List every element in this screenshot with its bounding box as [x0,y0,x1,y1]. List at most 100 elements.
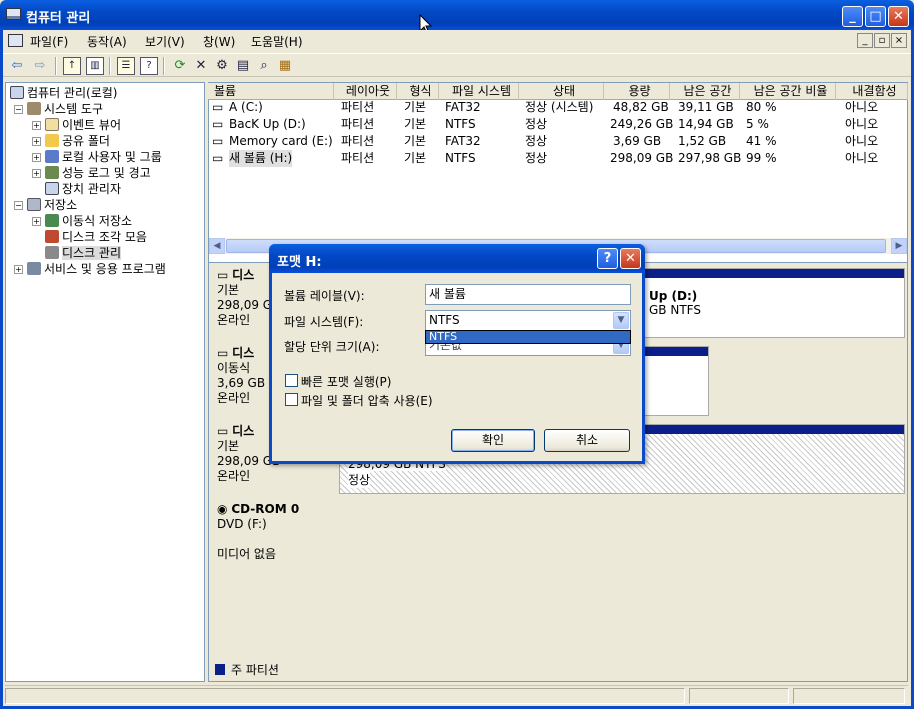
column-layout[interactable]: 레이아웃 [334,83,397,100]
folder-icon[interactable]: ▤ [234,57,252,75]
disk-icon: ▭ [217,424,229,438]
quick-format-checkbox[interactable] [285,374,298,387]
collapse-icon[interactable]: − [14,201,23,210]
close-button[interactable]: ✕ [888,6,909,27]
table-row[interactable]: ▭ BacK Up (D:) 파티션 기본 NTFS 정상 249,26 GB … [208,116,908,133]
services-icon [27,262,41,275]
dialog-help-button[interactable]: ? [597,248,618,269]
table-row[interactable]: ▭ A (C:) 파티션 기본 FAT32 정상 (시스템) 48,82 GB … [208,99,908,116]
column-free-percent[interactable]: 남은 공간 비율 [740,83,836,100]
tree-node-removable-storage[interactable]: + 이동식 저장소 [32,213,132,229]
search-icon[interactable]: ⌕ [255,57,273,75]
column-volume[interactable]: 볼륨 [208,83,334,100]
status-bar [5,685,908,705]
table-row[interactable]: ▭ Memory card (E:) 파티션 기본 FAT32 정상 3,69 … [208,133,908,150]
allocation-unit-label: 할당 단위 크기(A): [284,340,380,354]
properties-icon[interactable]: ☰ [117,57,135,75]
disk-icon: ▭ [217,268,229,282]
tree-node-computer-management[interactable]: 컴퓨터 관리(로컬) [10,85,117,101]
table-row[interactable]: ▭ 새 볼륨 (H:) 파티션 기본 NTFS 정상 298,09 GB 297… [208,150,908,167]
volume-list-header: 볼륨 레이아웃 형식 파일 시스템 상태 용량 남은 공간 남은 공간 비율 내… [208,83,908,100]
menu-window[interactable]: 창(W) [203,33,235,50]
expand-icon[interactable]: + [14,265,23,274]
menu-help[interactable]: 도움말(H) [251,33,303,50]
expand-icon[interactable]: + [32,121,41,130]
disk-label[interactable]: ◉ CD-ROM 0 DVD (F:) 미디어 없음 [209,500,337,574]
tree-node-services-apps[interactable]: + 서비스 및 응용 프로그램 [14,261,166,277]
computer-management-icon [6,8,21,20]
ok-button[interactable]: 확인 [451,429,535,452]
settings-icon[interactable]: ⚙ [213,57,231,75]
tree-node-storage[interactable]: − 저장소 [14,197,77,213]
expand-icon[interactable]: + [32,137,41,146]
expand-icon[interactable]: + [32,169,41,178]
up-folder-icon[interactable]: ↑ [63,57,81,75]
tree-node-event-viewer[interactable]: + 이벤트 뷰어 [32,117,121,133]
format-dialog-title-bar[interactable]: 포맷 H: ? ✕ [269,244,645,273]
storage-icon [27,198,41,211]
disk-management-icon [45,246,59,259]
device-manager-icon [45,182,59,195]
file-system-select[interactable]: NTFS ▼ [425,310,631,331]
collapse-icon[interactable]: − [14,105,23,114]
mdi-minimize-button[interactable]: _ [857,33,873,48]
drive-icon: ▭ [212,117,224,131]
tree-node-defragmenter[interactable]: 디스크 조각 모음 [45,229,147,245]
compression-checkbox[interactable] [285,393,298,406]
mdi-close-button[interactable]: × [891,33,907,48]
toolbox-icon [27,102,41,115]
tree-node-disk-management[interactable]: 디스크 관리 [45,245,122,261]
column-free-space[interactable]: 남은 공간 [670,83,740,100]
console-tree: 컴퓨터 관리(로컬) − 시스템 도구 + 이벤트 뷰어 + 공유 폴더 + 로컬 사용… [5,82,205,682]
back-arrow-icon[interactable]: ⇦ [8,57,26,75]
toolbar: ⇦ ⇨ ↑ ▥ ☰ ? ⟳ ✕ ⚙ ▤ ⌕ ▦ [3,53,911,77]
refresh-icon[interactable]: ⟳ [171,57,189,75]
scroll-left-icon[interactable]: ◀ [209,238,225,254]
removable-disk-icon: ▭ [217,346,229,360]
compression-label[interactable]: 파일 및 폴더 압축 사용(E) [301,392,433,409]
tree-node-device-manager[interactable]: 장치 관리자 [45,181,121,197]
quick-format-label[interactable]: 빠른 포맷 실행(P) [301,373,391,390]
mdi-restore-button[interactable]: ▫ [874,33,890,48]
menu-bar: 파일(F) 동작(A) 보기(V) 창(W) 도움말(H) _ ▫ × [3,30,911,52]
forward-arrow-icon[interactable]: ⇨ [31,57,49,75]
cdrom-icon: ◉ [217,502,228,516]
volume-label-input[interactable]: 새 볼륨 [425,284,631,305]
window-title: 컴퓨터 관리 [26,11,91,26]
format-dialog-title: 포맷 H: [277,255,322,270]
window-title-bar[interactable]: 컴퓨터 관리 _ □ ✕ [0,0,914,30]
menu-view[interactable]: 보기(V) [145,33,185,50]
tree-node-local-users[interactable]: + 로컬 사용자 및 그룹 [32,149,162,165]
menu-file[interactable]: 파일(F) [30,33,68,50]
dropdown-option-ntfs[interactable]: NTFS [426,331,630,343]
dialog-close-button[interactable]: ✕ [620,248,641,269]
expand-icon[interactable]: + [32,217,41,226]
expand-icon[interactable]: + [32,153,41,162]
column-fault-tolerance[interactable]: 내결함성 [836,83,908,100]
help-icon[interactable]: ? [140,57,158,75]
column-status[interactable]: 상태 [519,83,604,100]
tree-node-system-tools[interactable]: − 시스템 도구 [14,101,103,117]
tree-node-performance-logs[interactable]: + 성능 로그 및 경고 [32,165,151,181]
computer-icon [10,86,24,99]
scroll-right-icon[interactable]: ▶ [891,238,907,254]
column-capacity[interactable]: 용량 [604,83,670,100]
cancel-button[interactable]: 취소 [544,429,630,452]
removable-storage-icon [45,214,59,227]
event-viewer-icon [45,118,59,131]
minimize-button[interactable]: _ [842,6,863,27]
volume-label-label: 볼륨 레이블(V): [284,289,365,303]
system-menu-icon[interactable] [8,34,23,47]
maximize-button[interactable]: □ [865,6,886,27]
tree-node-shared-folders[interactable]: + 공유 폴더 [32,133,110,149]
show-hide-tree-icon[interactable]: ▥ [86,57,104,75]
export-icon[interactable]: ▦ [276,57,294,75]
performance-icon [45,166,59,179]
column-type[interactable]: 형식 [397,83,439,100]
chevron-down-icon[interactable]: ▼ [613,312,629,329]
delete-icon[interactable]: ✕ [192,57,210,75]
column-file-system[interactable]: 파일 시스템 [439,83,519,100]
primary-partition-swatch [215,664,225,675]
drive-icon: ▭ [212,100,224,114]
menu-action[interactable]: 동작(A) [87,33,127,50]
